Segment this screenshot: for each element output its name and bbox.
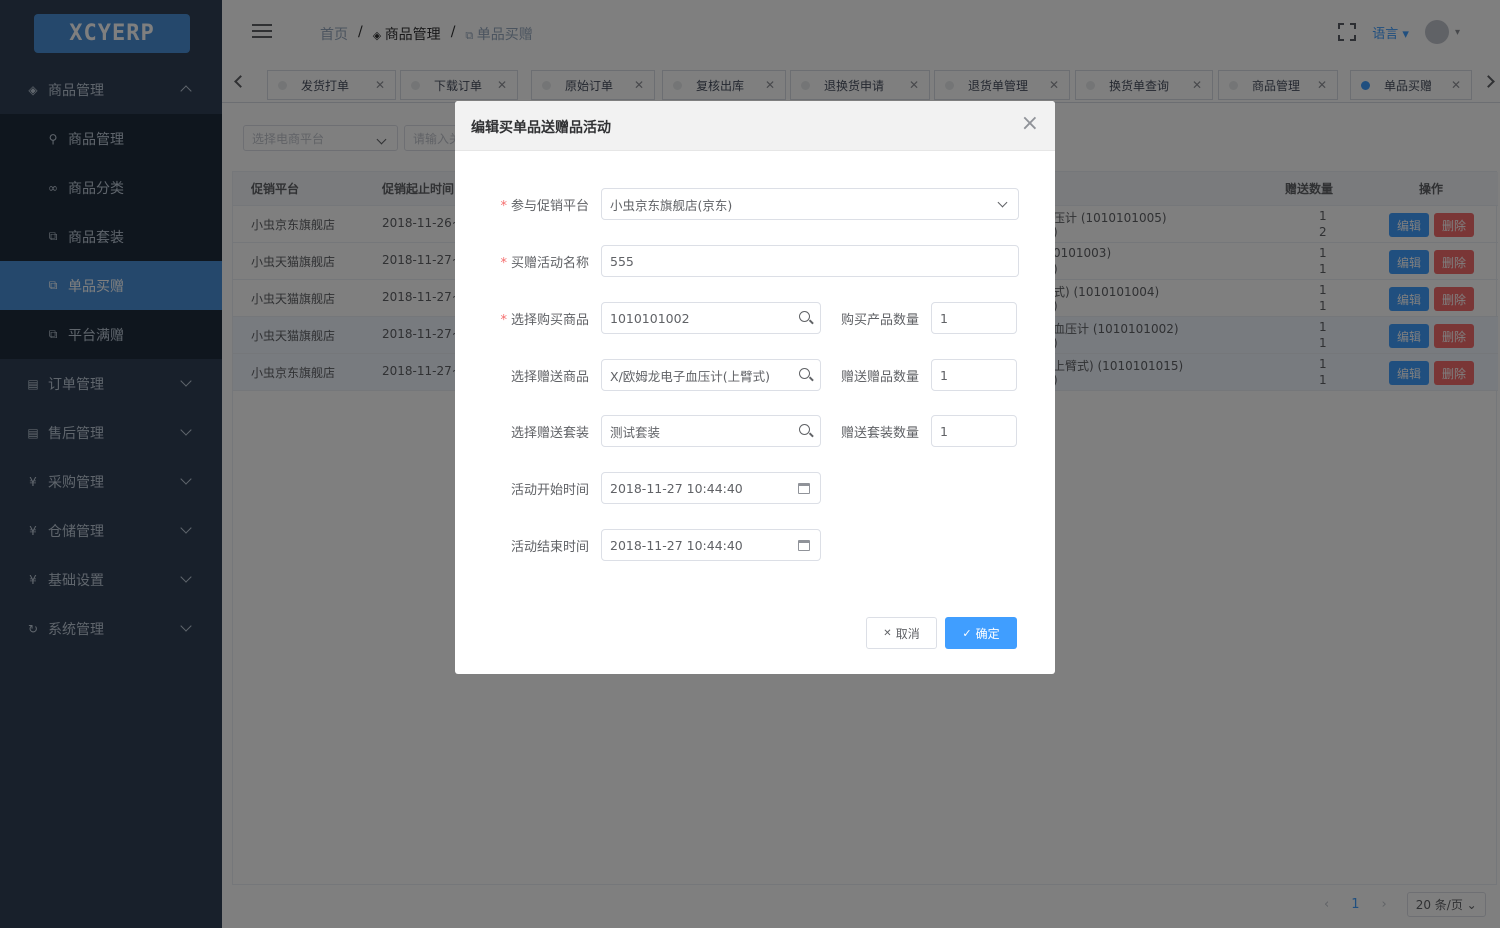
activity-name-value: 555	[610, 253, 634, 269]
set-qty-label: 赠送套装数量	[840, 426, 919, 441]
search-icon[interactable]	[799, 424, 810, 435]
chevron-down-icon	[997, 197, 1008, 208]
gift-product-label: 选择赠送商品	[510, 370, 589, 385]
search-icon[interactable]	[799, 368, 810, 379]
gift-product-input[interactable]: X/欧姆龙电子血压计(上臂式)	[601, 359, 821, 391]
required-mark: *	[500, 256, 507, 271]
search-icon[interactable]	[799, 311, 810, 322]
gift-qty-value: 1	[940, 367, 948, 383]
gift-product-value: X/欧姆龙电子血压计(上臂式)	[610, 368, 771, 384]
dialog-title: 编辑买单品送赠品活动	[471, 120, 611, 136]
buy-product-label: * 选择购买商品	[495, 309, 589, 328]
dialog-header: 编辑买单品送赠品活动 ×	[455, 101, 1055, 151]
calendar-icon	[798, 483, 810, 494]
close-icon[interactable]: ×	[1021, 113, 1039, 135]
set-qty-value: 1	[940, 423, 948, 439]
cancel-button-label: 取消	[895, 626, 920, 641]
platform-label: * 参与促销平台	[495, 195, 589, 214]
platform-select[interactable]: 小虫京东旗舰店(京东)	[601, 188, 1019, 220]
activity-name-input[interactable]: 555	[601, 245, 1019, 277]
close-icon: ✕	[883, 627, 892, 639]
required-mark: *	[500, 313, 507, 328]
platform-label-text: 参与促销平台	[510, 199, 589, 214]
set-qty-input[interactable]: 1	[931, 415, 1017, 447]
start-time-label: 活动开始时间	[510, 483, 589, 498]
end-time-label: 活动结束时间	[510, 540, 589, 555]
platform-select-value: 小虫京东旗舰店(京东)	[610, 197, 733, 213]
start-time-picker[interactable]: 2018-11-27 10:44:40	[601, 472, 821, 504]
buy-product-input[interactable]: 1010101002	[601, 302, 821, 334]
calendar-icon	[798, 540, 810, 551]
activity-name-label: * 买赠活动名称	[495, 252, 589, 271]
buy-qty-value: 1	[940, 310, 948, 326]
buy-qty-input[interactable]: 1	[931, 302, 1017, 334]
cancel-button[interactable]: ✕ 取消	[866, 617, 937, 649]
gift-set-input[interactable]: 测试套装	[601, 415, 821, 447]
edit-gift-dialog: 编辑买单品送赠品活动 × * 参与促销平台 小虫京东旗舰店(京东) * 买赠活动名称…	[455, 101, 1055, 674]
activity-name-label-text: 买赠活动名称	[510, 256, 589, 271]
required-mark: *	[500, 199, 507, 214]
gift-set-value: 测试套装	[610, 424, 661, 440]
gift-qty-label: 赠送赠品数量	[840, 370, 919, 385]
start-time-value: 2018-11-27 10:44:40	[610, 480, 743, 496]
buy-product-value: 1010101002	[610, 310, 690, 326]
check-icon: ✓	[962, 626, 972, 640]
end-time-picker[interactable]: 2018-11-27 10:44:40	[601, 529, 821, 561]
buy-product-label-text: 选择购买商品	[510, 313, 589, 328]
buy-qty-label: 购买产品数量	[840, 313, 919, 328]
end-time-value: 2018-11-27 10:44:40	[610, 537, 743, 553]
gift-qty-input[interactable]: 1	[931, 359, 1017, 391]
confirm-button[interactable]: ✓ 确定	[945, 617, 1017, 649]
confirm-button-label: 确定	[975, 626, 1000, 641]
gift-set-label: 选择赠送套装	[510, 426, 589, 441]
